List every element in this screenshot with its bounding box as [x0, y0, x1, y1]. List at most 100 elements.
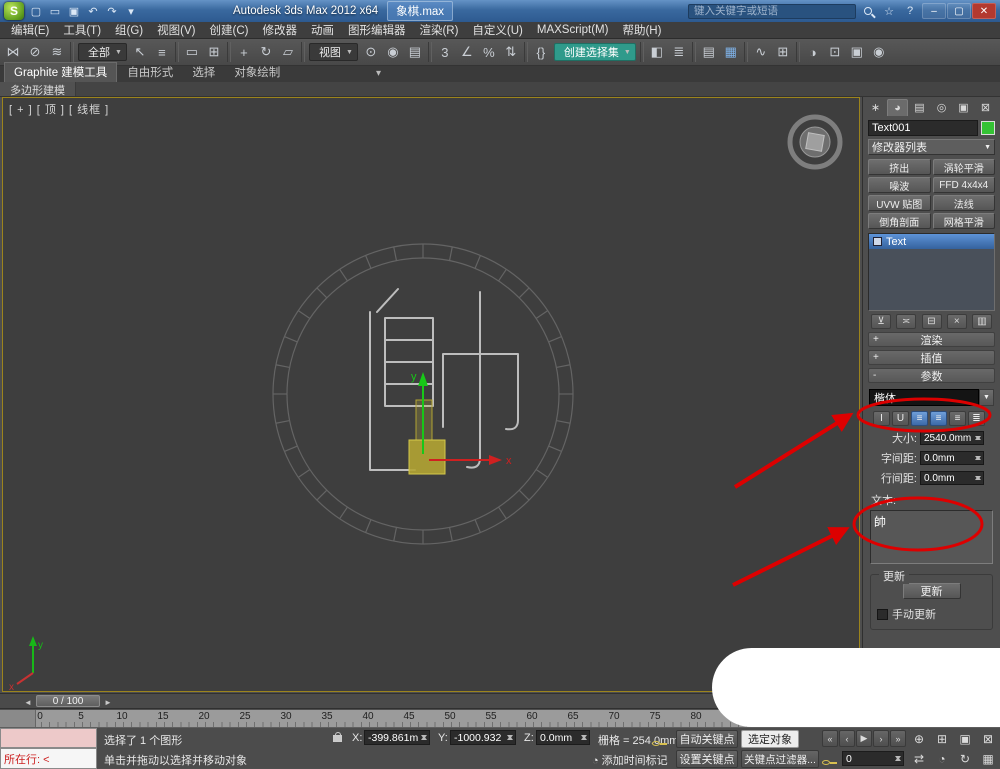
menu-item[interactable]: 视图(V): [150, 22, 202, 38]
menu-item[interactable]: 动画: [304, 22, 341, 38]
selection-region-button[interactable]: ▭: [181, 41, 203, 63]
modifier-button[interactable]: FFD 4x4x4: [932, 177, 995, 193]
graphite-toggle-button[interactable]: ▦: [720, 41, 742, 63]
qat-new-button[interactable]: ▢: [27, 3, 45, 19]
manual-update-checkbox[interactable]: [877, 608, 888, 620]
move-gizmo[interactable]: x y: [408, 371, 512, 475]
tab-display[interactable]: ▣: [953, 99, 974, 116]
set-key-button[interactable]: 设置关键点: [676, 750, 738, 768]
key-filters-button[interactable]: 关键点过滤器...: [741, 750, 819, 768]
make-unique-button[interactable]: ⊟: [921, 314, 942, 329]
edit-selection-sets-button[interactable]: {}: [530, 41, 552, 63]
modifier-button[interactable]: 法线: [932, 195, 995, 211]
mirror-button[interactable]: ◧: [646, 41, 668, 63]
menu-item[interactable]: 修改器: [255, 22, 304, 38]
star-icon[interactable]: ☆: [880, 3, 898, 19]
select-and-scale-button[interactable]: ▱: [277, 41, 299, 63]
curve-editor-button[interactable]: ∿: [750, 41, 772, 63]
qat-save-button[interactable]: ▣: [65, 3, 83, 19]
tab-hierarchy[interactable]: ▤: [909, 99, 930, 116]
macro-recorder-field[interactable]: [0, 728, 97, 748]
field-of-view-button[interactable]: ◔: [931, 749, 953, 768]
ribbon-minimize-icon[interactable]: ▾: [376, 68, 381, 79]
align-right-button[interactable]: ≡: [949, 411, 966, 426]
menu-item[interactable]: 组(G): [108, 22, 150, 38]
maxscript-mini-listener[interactable]: 所在行: <: [0, 748, 97, 769]
tab-selection[interactable]: 选择: [183, 63, 224, 82]
menu-item[interactable]: 图形编辑器: [341, 22, 413, 38]
leading-spinner[interactable]: 0.0mm: [920, 471, 984, 485]
configure-modifier-sets-button[interactable]: ▥: [972, 314, 992, 329]
align-button[interactable]: ≣: [668, 41, 690, 63]
set-keys-key-icon[interactable]: [652, 735, 667, 749]
tab-object-paint[interactable]: 对象绘制: [225, 63, 289, 82]
zoom-extents-button[interactable]: ▣: [954, 729, 976, 748]
modifier-button[interactable]: UVW 贴图: [868, 195, 931, 211]
object-name-field[interactable]: Text001: [868, 120, 978, 136]
select-and-link-button[interactable]: ⋈: [2, 41, 24, 63]
menu-item[interactable]: MAXScript(M): [530, 24, 616, 36]
percent-snap-button[interactable]: %: [478, 41, 500, 63]
current-frame-field[interactable]: 0: [842, 751, 904, 766]
help-icon[interactable]: ?: [901, 3, 919, 19]
go-to-start-button[interactable]: «: [822, 730, 838, 747]
show-end-result-button[interactable]: ≍: [896, 314, 917, 329]
tab-freeform[interactable]: 自由形式: [118, 63, 182, 82]
select-and-move-button[interactable]: +: [233, 41, 255, 63]
menu-item[interactable]: 渲染(R): [412, 22, 465, 38]
modifier-button[interactable]: 涡轮平滑: [932, 159, 995, 175]
reference-coordinate-dropdown[interactable]: 视图 ▼: [308, 43, 358, 61]
select-and-manipulate-button[interactable]: ◉: [382, 41, 404, 63]
close-button[interactable]: ✕: [972, 3, 996, 19]
named-selection-dropdown[interactable]: 创建选择集 ▼: [553, 43, 636, 61]
tab-modify[interactable]: ◕: [887, 99, 908, 116]
play-button[interactable]: ▶: [856, 730, 872, 747]
viewport-top[interactable]: [ + ] [ 顶 ] [ 线框 ] x y y x: [2, 97, 860, 693]
add-time-tag[interactable]: ◔ 添加时间标记: [592, 752, 668, 768]
use-pivot-center-button[interactable]: ⊙: [360, 41, 382, 63]
pin-stack-button[interactable]: ⊻: [871, 314, 891, 329]
tab-create[interactable]: ∗: [865, 99, 886, 116]
viewport-label[interactable]: [ + ] [ 顶 ] [ 线框 ]: [9, 101, 109, 117]
viewcube[interactable]: [787, 114, 843, 170]
rollout-interpolation[interactable]: + 插值: [868, 350, 995, 365]
size-spinner[interactable]: 2540.0mm: [920, 431, 984, 445]
bind-to-space-warp-button[interactable]: ≋: [46, 41, 68, 63]
app-logo-icon[interactable]: S: [4, 2, 24, 20]
menu-item[interactable]: 编辑(E): [4, 22, 56, 38]
object-color-swatch[interactable]: [981, 121, 995, 135]
time-slider-handle[interactable]: 0 / 100: [36, 695, 100, 707]
align-center-button[interactable]: ≡: [930, 411, 947, 426]
tab-graphite-modeling[interactable]: Graphite 建模工具: [4, 62, 118, 82]
maximize-button[interactable]: ▢: [947, 3, 971, 19]
zoom-region-button[interactable]: ⊠: [977, 729, 999, 748]
stack-item[interactable]: Text: [869, 234, 994, 249]
layer-manager-button[interactable]: ▤: [698, 41, 720, 63]
search-input[interactable]: [688, 3, 856, 19]
modifier-list-dropdown[interactable]: 修改器列表 ▼: [868, 139, 995, 155]
tab-motion[interactable]: ◎: [931, 99, 952, 116]
render-production-button[interactable]: ◉: [868, 41, 890, 63]
snap-toggle-button[interactable]: 3: [434, 41, 456, 63]
menu-item[interactable]: 创建(C): [202, 22, 255, 38]
menu-item[interactable]: 帮助(H): [615, 22, 668, 38]
schematic-view-button[interactable]: ⊞: [772, 41, 794, 63]
menu-item[interactable]: 自定义(U): [465, 22, 529, 38]
font-dropdown[interactable]: 楷体: [869, 389, 979, 406]
subtab-poly-modeling[interactable]: 多边形建模: [0, 82, 76, 97]
previous-frame-button[interactable]: ‹: [839, 730, 855, 747]
italic-button[interactable]: I: [873, 411, 890, 426]
zoom-all-button[interactable]: ⊞: [931, 729, 953, 748]
pan-button[interactable]: ⇄: [908, 749, 930, 768]
menu-item[interactable]: 工具(T): [56, 22, 108, 38]
text-input-area[interactable]: 帥: [870, 510, 993, 564]
key-mode-icon[interactable]: [822, 754, 837, 768]
auto-key-button[interactable]: 自动关键点: [676, 730, 738, 748]
window-crossing-button[interactable]: ⊞: [203, 41, 225, 63]
kerning-spinner[interactable]: 0.0mm: [920, 451, 984, 465]
select-and-rotate-button[interactable]: ↻: [255, 41, 277, 63]
keyboard-override-button[interactable]: ▤: [404, 41, 426, 63]
rollout-parameters[interactable]: - 参数: [868, 368, 995, 383]
underline-button[interactable]: U: [892, 411, 909, 426]
rollout-render[interactable]: + 渲染: [868, 332, 995, 347]
